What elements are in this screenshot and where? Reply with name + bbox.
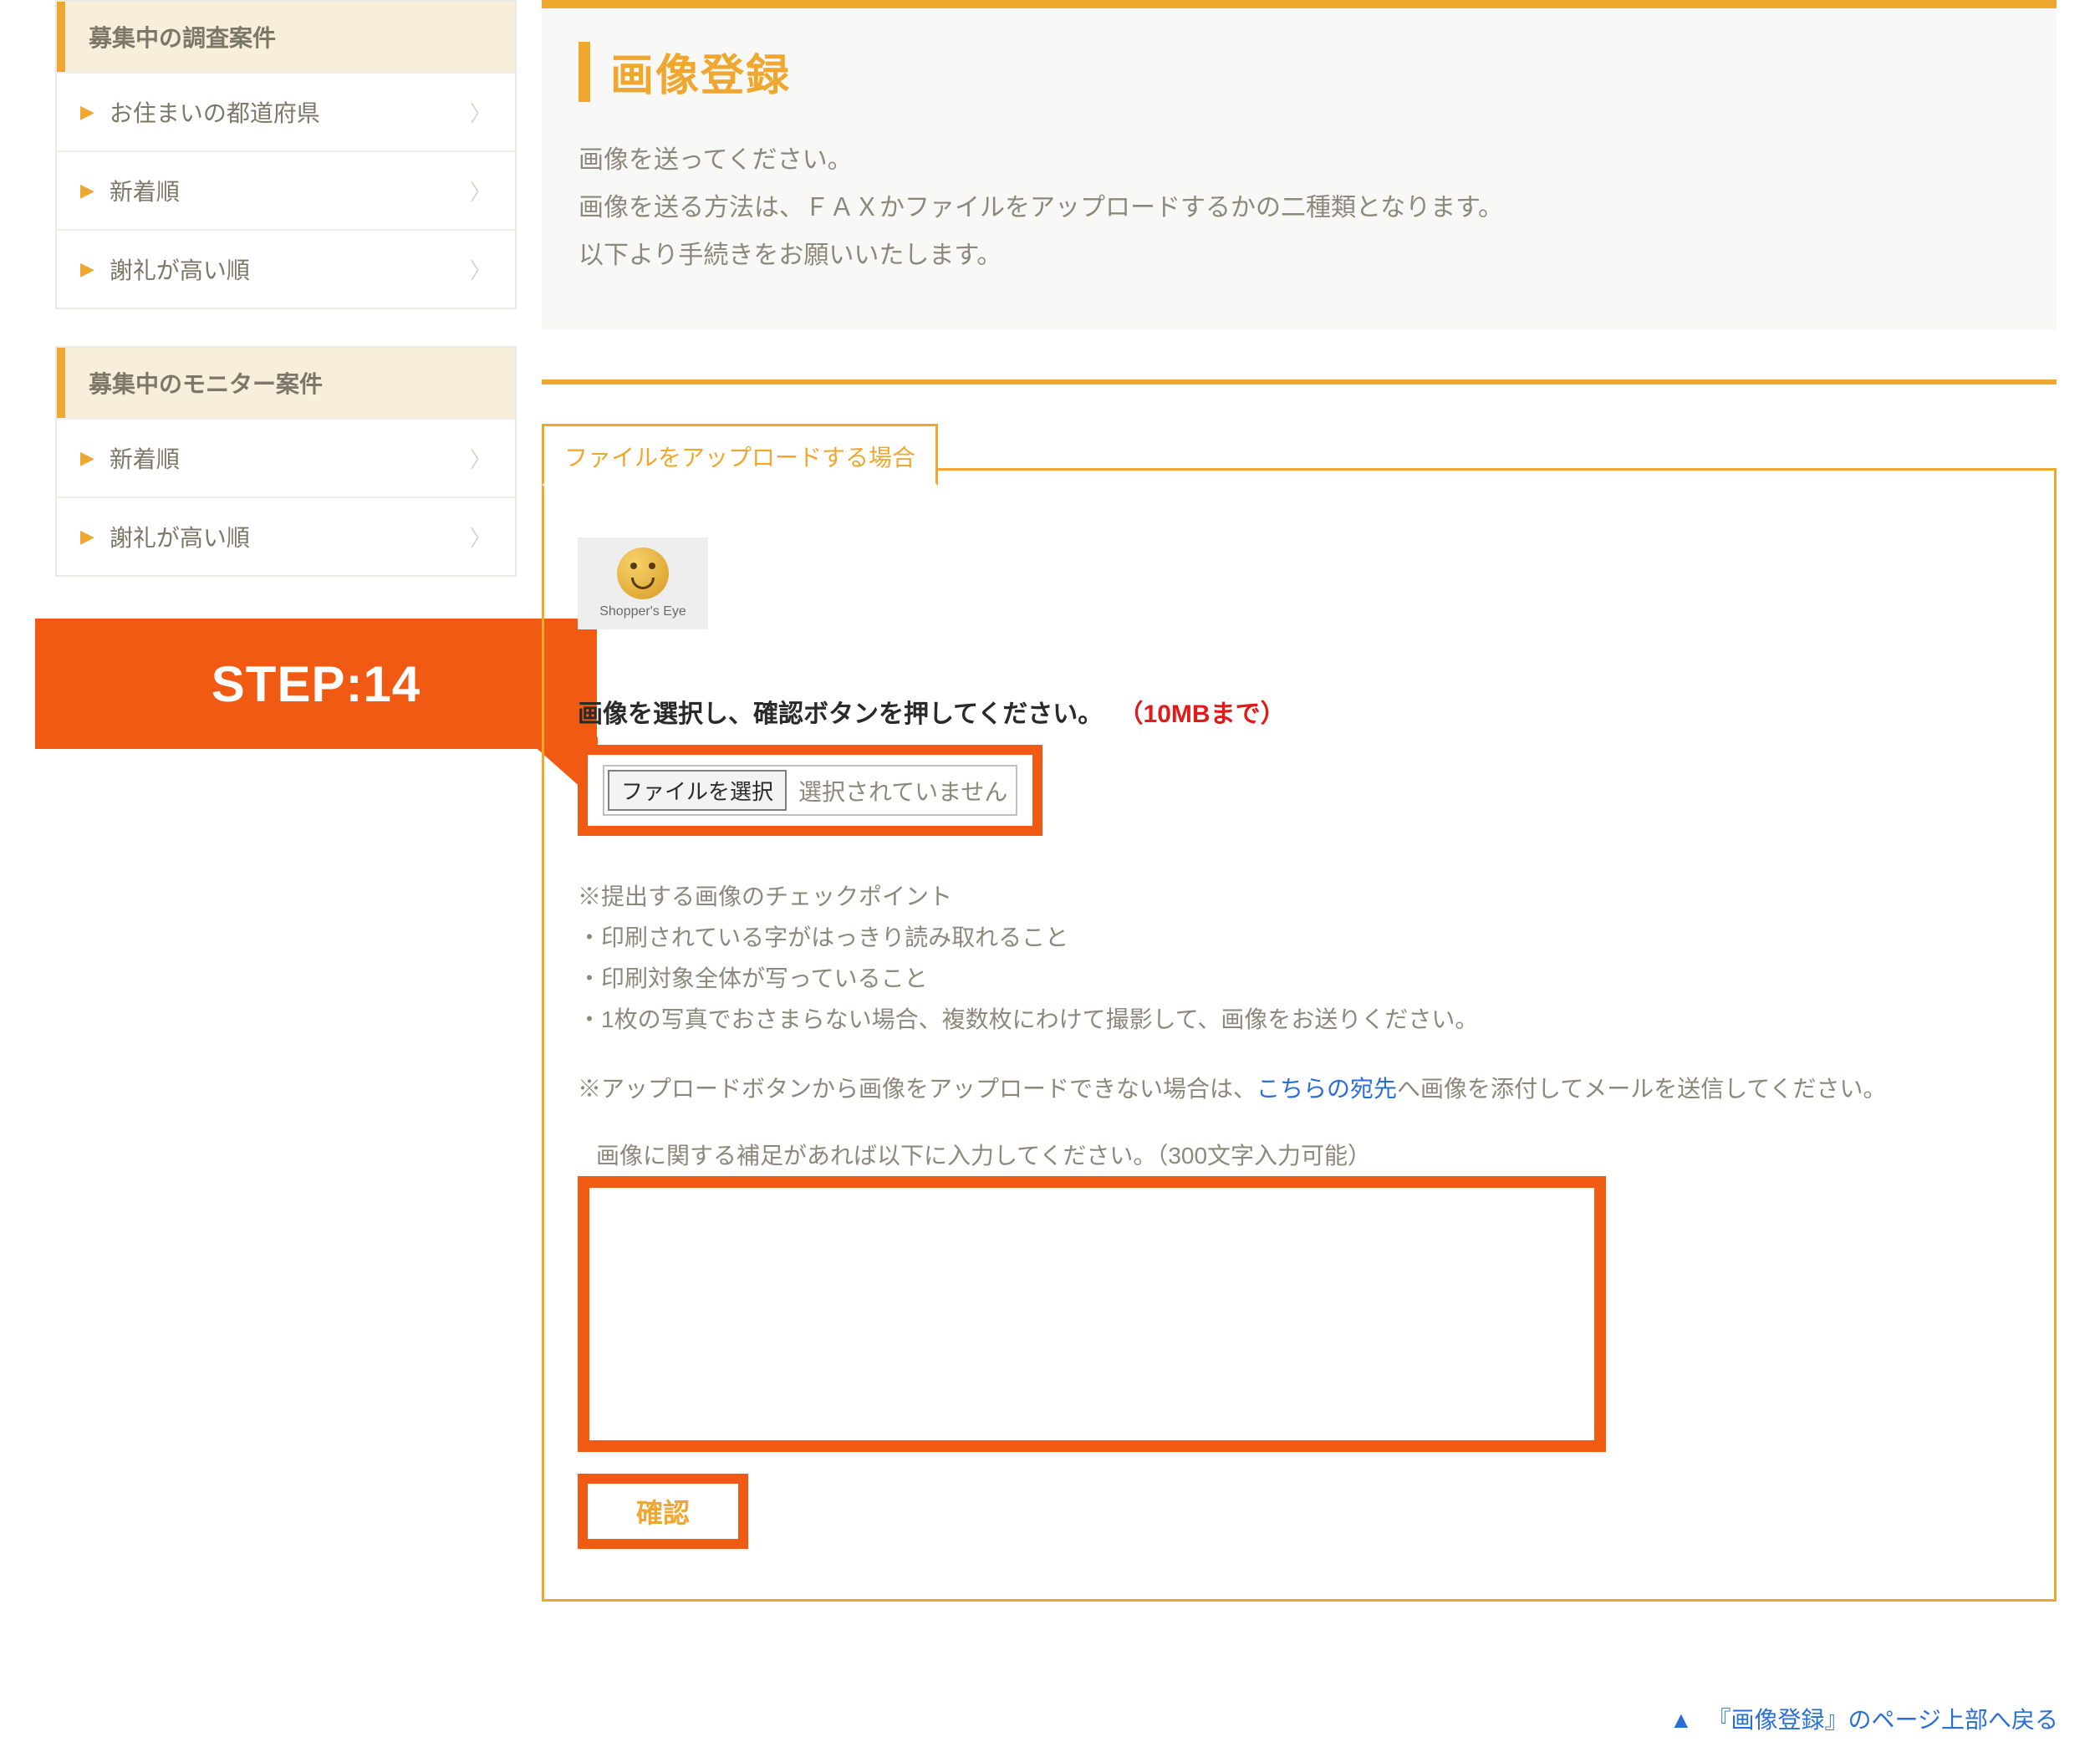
file-input-wrapper: ファイルを選択 選択されていません [603, 765, 1017, 816]
back-to-top-label: 『画像登録』のページ上部へ戻る [1708, 1707, 2058, 1733]
sidebar-item-monitor-reward[interactable]: ▶ 謝礼が高い順 〉 [57, 497, 515, 575]
supplement-textarea[interactable] [589, 1188, 1594, 1440]
sidebar-item-label: 新着順 [110, 174, 470, 207]
sidebar-item-monitor-newest[interactable]: ▶ 新着順 〉 [57, 418, 515, 497]
sidebar-item-reward[interactable]: ▶ 謝礼が高い順 〉 [57, 229, 515, 308]
header-line-1: 画像を送ってください。 [579, 136, 2020, 184]
file-select-button[interactable]: ファイルを選択 [608, 770, 787, 811]
sidebar-item-label: お住まいの都道府県 [110, 95, 470, 129]
chevron-right-icon: 〉 [470, 97, 492, 128]
bullet-icon: ▶ [80, 526, 94, 548]
header-description: 画像を送ってください。 画像を送る方法は、ＦＡＸかファイルをアップロードするかの… [579, 136, 2020, 279]
sidebar-item-label: 新着順 [110, 441, 470, 475]
chevron-right-icon: 〉 [470, 522, 492, 553]
page-title: 画像登録 [610, 40, 791, 103]
main-content: 画像登録 画像を送ってください。 画像を送る方法は、ＦＡＸかファイルをアップロー… [542, 0, 2057, 1602]
supplement-label: 画像に関する補足があれば以下に入力してください。（300文字入力可能） [596, 1138, 2021, 1171]
bullet-icon: ▶ [80, 101, 94, 123]
mailto-link[interactable]: こちらの宛先 [1256, 1076, 1397, 1102]
chevron-right-icon: 〉 [470, 443, 492, 474]
chevron-right-icon: 〉 [470, 176, 492, 206]
sidebar: 募集中の調査案件 ▶ お住まいの都道府県 〉 ▶ 新着順 〉 ▶ 謝礼が高い順 … [55, 0, 517, 614]
note-suffix: へ画像を添付してメールを送信してください。 [1397, 1076, 1886, 1102]
chevron-right-icon: 〉 [470, 254, 492, 285]
sidebar-item-prefecture[interactable]: ▶ お住まいの都道府県 〉 [57, 72, 515, 150]
confirm-button[interactable]: 確認 [636, 1498, 690, 1528]
header-block: 画像登録 画像を送ってください。 画像を送る方法は、ＦＡＸかファイルをアップロー… [542, 8, 2057, 329]
instruction-limit: （10MBまで） [1119, 700, 1286, 728]
note-line: ※提出する画像のチェックポイント [578, 876, 2021, 917]
page-title-wrap: 画像登録 [579, 40, 2020, 103]
thumbnail-preview: Shopper's Eye [578, 537, 708, 629]
note-line: ・印刷対象全体が写っていること [578, 958, 2021, 999]
bullet-icon: ▶ [80, 180, 94, 201]
triangle-up-icon: ▲ [1669, 1707, 1693, 1733]
supplement-highlight [578, 1176, 1606, 1452]
upload-fallback-note: ※アップロードボタンから画像をアップロードできない場合は、こちらの宛先へ画像を添… [578, 1068, 2021, 1109]
sidebar-item-newest[interactable]: ▶ 新着順 〉 [57, 150, 515, 229]
thumbnail-caption: Shopper's Eye [599, 604, 686, 619]
bullet-icon: ▶ [80, 258, 94, 280]
note-prefix: ※アップロードボタンから画像をアップロードできない場合は、 [578, 1076, 1256, 1102]
upload-instruction: 画像を選択し、確認ボタンを押してください。 （10MBまで） [578, 693, 2021, 730]
tab-upload[interactable]: ファイルをアップロードする場合 [542, 424, 938, 486]
upload-panel: ファイルをアップロードする場合 Shopper's Eye 画像を選択し、確認ボ… [542, 468, 2057, 1602]
smiley-icon [617, 548, 669, 599]
sidebar-header-surveys: 募集中の調査案件 [57, 2, 515, 72]
instruction-main: 画像を選択し、確認ボタンを押してください。 [578, 700, 1103, 728]
header-line-2: 画像を送る方法は、ＦＡＸかファイルをアップロードするかの二種類となります。 [579, 184, 2020, 232]
sidebar-item-label: 謝礼が高い順 [110, 252, 470, 286]
file-select-status: 選択されていません [798, 774, 1007, 807]
note-line: ・1枚の写真でおさまらない場合、複数枚にわけて撮影して、画像をお送りください。 [578, 999, 2021, 1040]
sidebar-header-monitors: 募集中のモニター案件 [57, 348, 515, 418]
note-line: ・印刷されている字がはっきり読み取れること [578, 917, 2021, 958]
header-accent-bar [542, 0, 2057, 8]
sidebar-item-label: 謝礼が高い順 [110, 520, 470, 553]
sidebar-group-surveys: 募集中の調査案件 ▶ お住まいの都道府県 〉 ▶ 新着順 〉 ▶ 謝礼が高い順 … [55, 0, 517, 309]
sidebar-group-monitors: 募集中のモニター案件 ▶ 新着順 〉 ▶ 謝礼が高い順 〉 [55, 346, 517, 577]
step-callout: STEP:14 [35, 619, 597, 749]
upload-notes: ※提出する画像のチェックポイント ・印刷されている字がはっきり読み取れること ・… [578, 876, 2021, 1040]
back-to-top-link[interactable]: ▲ 『画像登録』のページ上部へ戻る [1669, 1702, 2058, 1735]
title-accent-icon [579, 42, 590, 102]
confirm-highlight: 確認 [578, 1474, 748, 1549]
header-line-3: 以下より手続きをお願いいたします。 [579, 232, 2020, 279]
step-callout-label: STEP:14 [35, 619, 597, 749]
section-divider [542, 379, 2057, 385]
file-select-highlight: ファイルを選択 選択されていません [578, 745, 1042, 836]
bullet-icon: ▶ [80, 447, 94, 469]
